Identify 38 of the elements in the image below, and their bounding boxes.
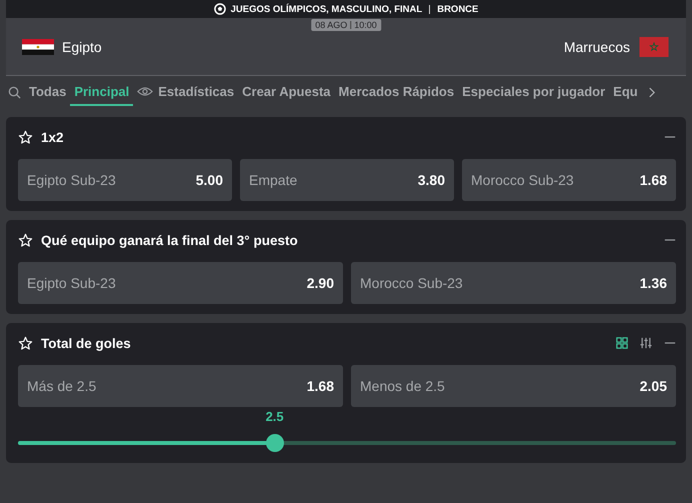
market-tab[interactable]: Equ: [609, 78, 642, 106]
market-title: Total de goles: [41, 336, 131, 350]
home-team: Egipto: [62, 38, 102, 54]
odds-value: 1.68: [306, 378, 334, 394]
outcome-name: Egipto Sub-23: [27, 275, 116, 291]
market-tab[interactable]: Mercados Rápidos: [334, 78, 458, 106]
odds-button[interactable]: Empate 3.80: [240, 159, 454, 201]
outcome-name: Morocco Sub-23: [360, 275, 463, 291]
slider-value: 2.5: [266, 409, 284, 424]
outcome-name: Menos de 2.5: [360, 378, 445, 394]
odds-value: 2.05: [640, 378, 667, 394]
market-tab[interactable]: Crear Apuesta: [238, 78, 335, 106]
odds-button[interactable]: Egipto Sub-23 5.00: [18, 159, 232, 201]
odds-button[interactable]: Morocco Sub-23 1.36: [351, 262, 676, 304]
market-title: Qué equipo ganará la final del 3° puesto: [41, 232, 298, 248]
market-tab[interactable]: Especiales por jugador: [458, 78, 610, 106]
odds-value: 5.00: [196, 172, 223, 188]
market-title: 1x2: [41, 130, 64, 144]
market-tab[interactable]: Estadísticas: [133, 78, 238, 106]
odds-value: 2.90: [306, 275, 334, 291]
odds-value: 1.68: [640, 172, 667, 188]
match-date: 08 AGO: [315, 20, 348, 30]
odds-value: 3.80: [418, 172, 445, 188]
odds-button[interactable]: Más de 2.5 1.68: [18, 365, 343, 407]
outcome-name: Más de 2.5: [27, 378, 96, 394]
competition-title: JUEGOS OLÍMPICOS, MASCULINO, FINAL: [230, 4, 422, 14]
odds-button[interactable]: Morocco Sub-23 1.68: [462, 159, 676, 201]
match-time: 10:00: [354, 20, 377, 30]
outcome-name: Morocco Sub-23: [471, 172, 574, 188]
market-tab[interactable]: Principal: [70, 78, 134, 106]
away-team: Marruecos: [564, 38, 630, 54]
odds-button[interactable]: Menos de 2.5 2.05: [351, 365, 676, 407]
outcome-name: Egipto Sub-23: [27, 172, 116, 188]
outcome-name: Empate: [249, 172, 298, 188]
odds-value: 1.36: [640, 275, 667, 291]
stage-label: BRONCE: [437, 4, 478, 14]
odds-button[interactable]: Egipto Sub-23 2.90: [18, 262, 343, 304]
market-tab[interactable]: Todas: [25, 78, 70, 106]
